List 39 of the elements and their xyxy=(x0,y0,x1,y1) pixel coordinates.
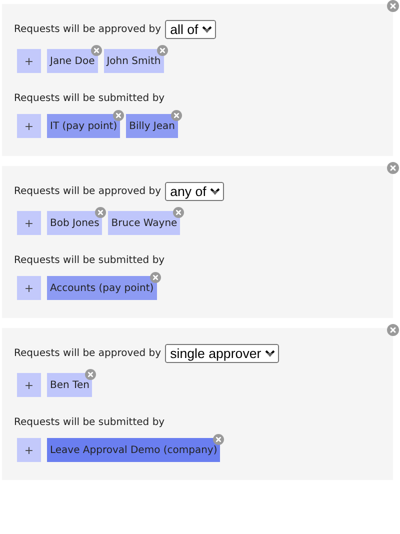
person-tag: Bob Jones xyxy=(47,211,102,235)
submission-label: Requests will be submitted by xyxy=(14,255,166,266)
close-icon[interactable] xyxy=(387,324,399,336)
approval-label: Requests will be approved by xyxy=(14,24,162,35)
remove-icon[interactable] xyxy=(170,110,182,121)
remove-icon[interactable] xyxy=(95,207,106,218)
close-icon[interactable] xyxy=(387,0,399,12)
approval-label: Requests will be approved by xyxy=(14,348,162,359)
remove-icon[interactable] xyxy=(90,45,102,56)
remove-icon[interactable] xyxy=(85,369,96,380)
person-tag: John Smith xyxy=(104,49,164,73)
submission-label: Requests will be submitted by xyxy=(14,417,166,428)
approval-mode-dropdown[interactable]: single approver xyxy=(165,344,280,363)
approval-mode-dropdown[interactable]: any of xyxy=(165,182,224,201)
caret-icon xyxy=(212,191,218,195)
add-button[interactable]: + xyxy=(17,438,41,462)
person-tag: Leave Approval Demo (company) xyxy=(47,438,220,462)
person-tag: Billy Jean xyxy=(126,114,178,138)
add-button[interactable]: + xyxy=(17,373,41,397)
add-button[interactable]: + xyxy=(17,114,41,138)
person-tag: Ben Ten xyxy=(47,373,92,397)
add-button[interactable]: + xyxy=(17,49,41,73)
approval-mode-dropdown[interactable]: all of xyxy=(165,20,216,39)
add-button[interactable]: + xyxy=(17,276,41,300)
person-tag: Bruce Wayne xyxy=(108,211,180,235)
remove-icon[interactable] xyxy=(156,45,168,56)
remove-icon[interactable] xyxy=(173,207,184,218)
submission-label: Requests will be submitted by xyxy=(14,93,166,104)
person-tag: Jane Doe xyxy=(47,49,98,73)
caret-icon xyxy=(204,29,210,33)
close-icon[interactable] xyxy=(387,162,399,174)
approval-label: Requests will be approved by xyxy=(14,186,162,197)
remove-icon[interactable] xyxy=(113,110,124,121)
remove-icon[interactable] xyxy=(150,272,161,283)
add-button[interactable]: + xyxy=(17,211,41,235)
person-tag: Accounts (pay point) xyxy=(47,276,157,300)
remove-icon[interactable] xyxy=(213,434,224,445)
caret-icon xyxy=(267,353,274,357)
person-tag: IT (pay point) xyxy=(47,114,120,138)
